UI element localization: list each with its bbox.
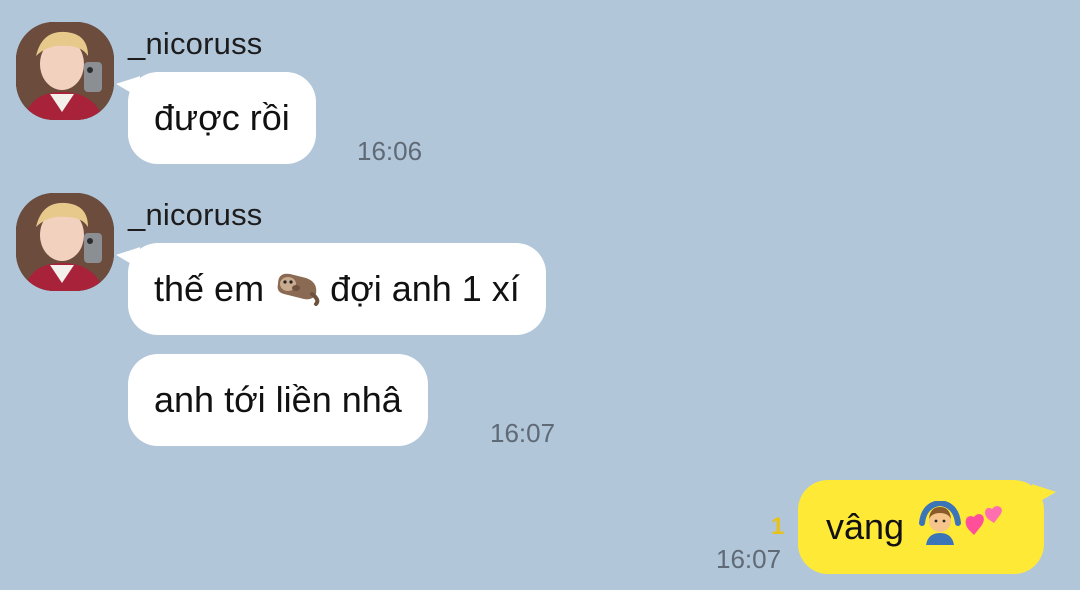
- message-bubble[interactable]: anh tới liền nhâ: [128, 354, 428, 446]
- two-hearts-emoji: [962, 501, 1008, 554]
- otter-emoji: [272, 264, 322, 315]
- person-gesturing-ok-emoji: [918, 499, 962, 554]
- message-time: 16:07: [716, 544, 782, 574]
- my-message-bubble[interactable]: vâng: [798, 480, 1045, 574]
- avatar[interactable]: [16, 193, 114, 291]
- message-time: 16:06: [357, 136, 423, 166]
- message-text: thế em: [154, 268, 265, 309]
- chat-view: _nicoruss được rồi 16:06 _nicoruss thế e…: [0, 0, 1080, 590]
- message-bubble[interactable]: thế em đợi anh 1 xí: [128, 243, 546, 335]
- message-text: được rồi: [154, 97, 290, 138]
- message-text: anh tới liền nhâ: [154, 379, 402, 420]
- message-text: vâng: [826, 506, 905, 547]
- avatar[interactable]: [16, 22, 114, 120]
- message-text: đợi anh 1 xí: [330, 268, 520, 309]
- message-time: 16:07: [490, 418, 556, 448]
- sender-name: _nicoruss: [128, 26, 263, 61]
- unread-count: 1: [771, 513, 785, 540]
- sender-name: _nicoruss: [128, 197, 263, 232]
- message-bubble[interactable]: được rồi: [128, 72, 316, 164]
